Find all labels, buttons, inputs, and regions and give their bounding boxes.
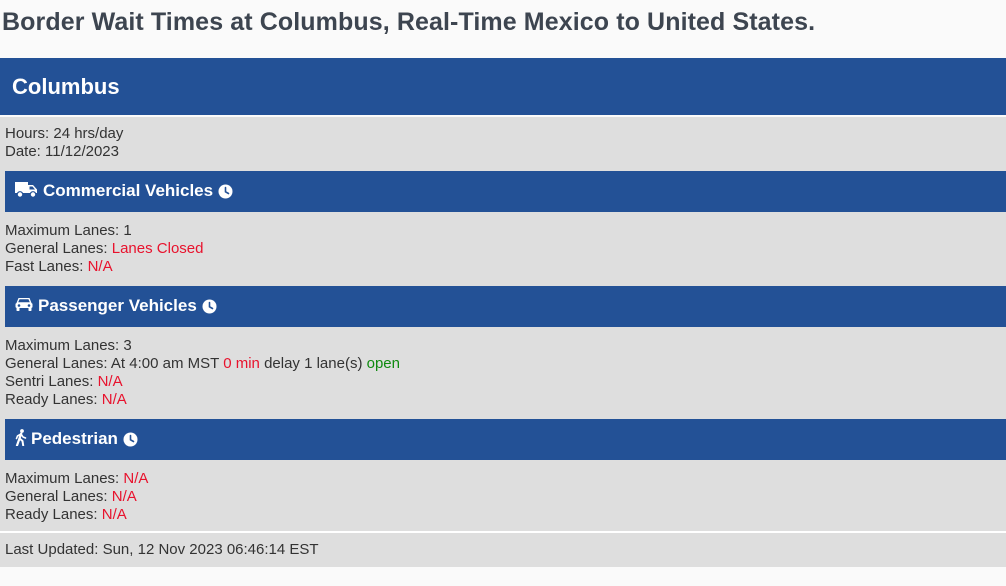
max-lanes-label: Maximum Lanes: <box>5 337 120 354</box>
port-header: Columbus <box>0 58 1006 115</box>
hours-value: 24 hrs/day <box>53 125 124 142</box>
hours-row: Hours: 24 hrs/day <box>5 125 123 143</box>
sentri-lanes-label: Sentri Lanes: <box>5 373 94 390</box>
delay-lanes-text: delay 1 lane(s) <box>264 355 363 372</box>
commercial-vehicles-title: Commercial Vehicles <box>43 181 214 200</box>
clock-icon <box>218 184 233 204</box>
port-info: Hours: 24 hrs/day Date: 11/12/2023 <box>5 125 123 161</box>
general-lanes-label: General Lanes: <box>5 355 108 372</box>
max-lanes-label: Maximum Lanes: <box>5 470 120 487</box>
car-icon <box>15 296 33 317</box>
pedestrian-header: Pedestrian <box>5 419 1006 460</box>
last-updated-footer: Last Updated: Sun, 12 Nov 2023 06:46:14 … <box>0 533 1006 567</box>
truck-icon <box>15 181 38 203</box>
sentri-lanes-value: N/A <box>97 373 123 390</box>
passenger-info: Maximum Lanes: 3 General Lanes: At 4:00 … <box>5 337 400 409</box>
ready-lanes-value: N/A <box>101 506 127 523</box>
general-lanes-label: General Lanes: <box>5 240 108 257</box>
commercial-general-lanes-row: General Lanes: Lanes Closed <box>5 240 203 258</box>
general-lanes-value: N/A <box>111 488 137 505</box>
date-label: Date: <box>5 143 41 160</box>
clock-icon <box>123 432 138 452</box>
walking-person-icon <box>15 429 27 451</box>
last-updated-value: Sun, 12 Nov 2023 06:46:14 EST <box>102 541 319 558</box>
commercial-vehicles-header: Commercial Vehicles <box>5 171 1006 212</box>
date-value: 11/12/2023 <box>45 143 119 160</box>
ready-lanes-label: Ready Lanes: <box>5 506 98 523</box>
fast-lanes-value: N/A <box>87 258 113 275</box>
pedestrian-general-lanes-row: General Lanes: N/A <box>5 488 148 506</box>
port-name: Columbus <box>12 74 120 99</box>
clock-icon <box>202 299 217 319</box>
max-lanes-value: N/A <box>123 470 149 487</box>
commercial-max-lanes-row: Maximum Lanes: 1 <box>5 222 203 240</box>
passenger-vehicles-title: Passenger Vehicles <box>38 296 197 315</box>
date-row: Date: 11/12/2023 <box>5 143 123 161</box>
passenger-sentri-lanes-row: Sentri Lanes: N/A <box>5 373 400 391</box>
hours-label: Hours: <box>5 125 50 142</box>
passenger-general-lanes-row: General Lanes: At 4:00 am MST 0 min dela… <box>5 355 400 373</box>
max-lanes-label: Maximum Lanes: <box>5 222 120 239</box>
pedestrian-ready-lanes-row: Ready Lanes: N/A <box>5 506 148 524</box>
general-lanes-status: Lanes Closed <box>111 240 204 257</box>
passenger-max-lanes-row: Maximum Lanes: 3 <box>5 337 400 355</box>
pedestrian-max-lanes-row: Maximum Lanes: N/A <box>5 470 148 488</box>
fast-lanes-label: Fast Lanes: <box>5 258 84 275</box>
page-title: Border Wait Times at Columbus, Real-Time… <box>2 8 816 36</box>
passenger-ready-lanes-row: Ready Lanes: N/A <box>5 391 400 409</box>
pedestrian-info: Maximum Lanes: N/A General Lanes: N/A Re… <box>5 470 148 524</box>
commercial-fast-lanes-row: Fast Lanes: N/A <box>5 258 203 276</box>
max-lanes-value: 3 <box>123 337 132 354</box>
port-info-panel <box>0 117 1006 171</box>
pedestrian-title: Pedestrian <box>31 429 118 448</box>
last-updated-label: Last Updated: <box>5 541 99 558</box>
ready-lanes-label: Ready Lanes: <box>5 391 98 408</box>
lane-open-status: open <box>366 355 400 372</box>
delay-value: 0 min <box>223 355 260 372</box>
general-lanes-time: At 4:00 am MST <box>110 355 220 372</box>
commercial-info: Maximum Lanes: 1 General Lanes: Lanes Cl… <box>5 222 203 276</box>
max-lanes-value: 1 <box>123 222 132 239</box>
passenger-vehicles-header: Passenger Vehicles <box>5 286 1006 327</box>
ready-lanes-value: N/A <box>101 391 127 408</box>
general-lanes-label: General Lanes: <box>5 488 108 505</box>
